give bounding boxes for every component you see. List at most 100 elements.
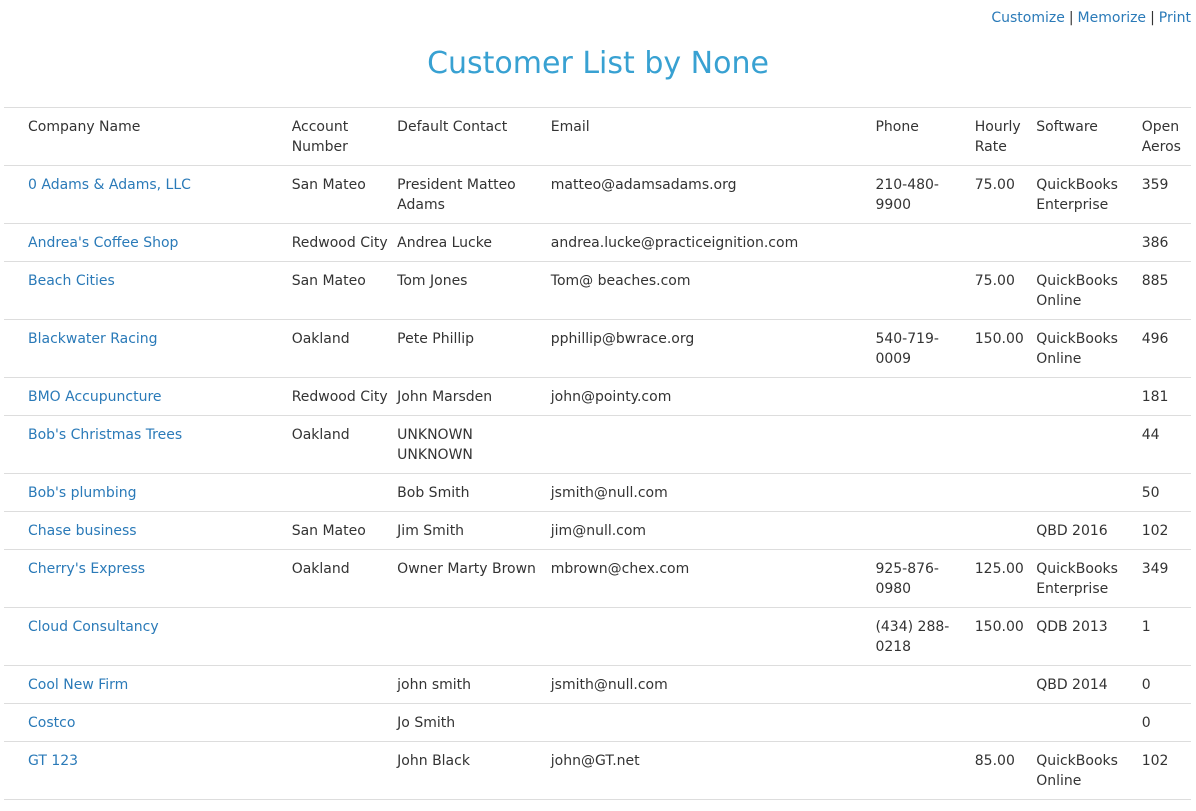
- header-default-contact: Default Contact: [393, 107, 547, 166]
- phone-cell: [871, 741, 971, 800]
- table-row: Bob's Christmas Trees Oakland UNKNOWN UNKN…: [4, 415, 1191, 474]
- company-link[interactable]: Andrea's Coffee Shop: [28, 235, 178, 251]
- company-link[interactable]: BMO Accupuncture: [28, 389, 162, 405]
- software-cell: [1032, 223, 1138, 262]
- company-name-cell: Cherry's Express: [4, 549, 288, 608]
- table-row: Chase business San Mateo Jim Smith jim@null…: [4, 511, 1191, 550]
- open-aeros-cell: 102: [1137, 511, 1191, 550]
- top-links: Customize | Memorize | Print: [991, 9, 1191, 27]
- account-number-cell: Oakland: [287, 415, 394, 474]
- default-contact-cell: Owner Marty Brown: [393, 549, 547, 608]
- hourly-rate-cell: [970, 665, 1033, 704]
- hourly-rate-cell: 150.00: [970, 607, 1033, 666]
- header-software: Software: [1032, 107, 1138, 166]
- company-link[interactable]: Bob's Christmas Trees: [28, 427, 182, 443]
- company-name-cell: Costco: [4, 703, 288, 742]
- print-link[interactable]: Print: [1159, 10, 1191, 26]
- email-cell: Tom@ beaches.com: [546, 261, 872, 320]
- table-row: Beach Cities San Mateo Tom Jones Tom@ beach…: [4, 261, 1191, 320]
- email-cell: andrea.lucke@practiceignition.com: [546, 223, 872, 262]
- software-cell: QuickBooks Enterprise: [1032, 549, 1138, 608]
- company-name-cell: Chase business: [4, 511, 288, 550]
- email-cell: john@GT.net: [546, 741, 872, 800]
- open-aeros-cell: 0: [1137, 703, 1191, 742]
- table-row: Costco Jo Smith 0: [4, 703, 1191, 742]
- hourly-rate-cell: 150.00: [970, 319, 1033, 378]
- phone-cell: 925-876-0980: [871, 549, 971, 608]
- company-link[interactable]: Beach Cities: [28, 273, 115, 289]
- email-cell: jim@null.com: [546, 511, 872, 550]
- email-cell: [546, 415, 872, 474]
- hourly-rate-cell: [970, 415, 1033, 474]
- email-cell: jsmith@null.com: [546, 473, 872, 512]
- company-name-cell: Bob's Christmas Trees: [4, 415, 288, 474]
- company-name-cell: Bob's plumbing: [4, 473, 288, 512]
- company-link[interactable]: Blackwater Racing: [28, 331, 158, 347]
- table-header-row: Company Name Account Number Default Cont…: [4, 107, 1191, 166]
- software-cell: [1032, 473, 1138, 512]
- account-number-cell: [287, 607, 394, 666]
- company-link[interactable]: Cool New Firm: [28, 677, 128, 693]
- customize-link[interactable]: Customize: [991, 10, 1065, 26]
- hourly-rate-cell: [970, 377, 1033, 416]
- company-name-cell: Cool New Firm: [4, 665, 288, 704]
- company-link[interactable]: Chase business: [28, 523, 137, 539]
- account-number-cell: [287, 741, 394, 800]
- hourly-rate-cell: 85.00: [970, 741, 1033, 800]
- default-contact-cell: Andrea Lucke: [393, 223, 547, 262]
- open-aeros-cell: 349: [1137, 549, 1191, 608]
- default-contact-cell: john smith: [393, 665, 547, 704]
- phone-cell: [871, 377, 971, 416]
- header-hourly-rate: Hourly Rate: [970, 107, 1033, 166]
- link-separator: |: [1150, 10, 1155, 26]
- email-cell: john@pointy.com: [546, 377, 872, 416]
- default-contact-cell: Pete Phillip: [393, 319, 547, 378]
- header-open-aeros: Open Aeros: [1137, 107, 1191, 166]
- email-cell: jsmith@null.com: [546, 665, 872, 704]
- table-row: Cherry's Express Oakland Owner Marty Brown…: [4, 549, 1191, 608]
- open-aeros-cell: 1: [1137, 607, 1191, 666]
- open-aeros-cell: 44: [1137, 415, 1191, 474]
- email-cell: pphillip@bwrace.org: [546, 319, 872, 378]
- phone-cell: [871, 223, 971, 262]
- memorize-link[interactable]: Memorize: [1078, 10, 1147, 26]
- software-cell: QDB 2013: [1032, 607, 1138, 666]
- phone-cell: [871, 511, 971, 550]
- open-aeros-cell: 50: [1137, 473, 1191, 512]
- hourly-rate-cell: 75.00: [970, 165, 1033, 224]
- company-link[interactable]: 0 Adams & Adams, LLC: [28, 177, 191, 193]
- software-cell: [1032, 703, 1138, 742]
- account-number-cell: [287, 703, 394, 742]
- default-contact-cell: Bob Smith: [393, 473, 547, 512]
- company-link[interactable]: Bob's plumbing: [28, 485, 136, 501]
- phone-cell: [871, 473, 971, 512]
- company-link[interactable]: Cloud Consultancy: [28, 619, 159, 635]
- customer-table: Company Name Account Number Default Cont…: [4, 107, 1191, 800]
- phone-cell: [871, 703, 971, 742]
- email-cell: [546, 607, 872, 666]
- software-cell: [1032, 377, 1138, 416]
- company-link[interactable]: Cherry's Express: [28, 561, 145, 577]
- open-aeros-cell: 0: [1137, 665, 1191, 704]
- default-contact-cell: John Black: [393, 741, 547, 800]
- company-link[interactable]: GT 123: [28, 753, 78, 769]
- account-number-cell: Oakland: [287, 319, 394, 378]
- table-row: BMO Accupuncture Redwood City John Marsden…: [4, 377, 1191, 416]
- table-row: GT 123 John Black john@GT.net 85.00 QuickBoo…: [4, 741, 1191, 800]
- phone-cell: 210-480-9900: [871, 165, 971, 224]
- company-link[interactable]: Costco: [28, 715, 75, 731]
- default-contact-cell: Tom Jones: [393, 261, 547, 320]
- default-contact-cell: Jim Smith: [393, 511, 547, 550]
- company-name-cell: GT 123: [4, 741, 288, 800]
- table-row: Bob's plumbing Bob Smith jsmith@null.com 50: [4, 473, 1191, 512]
- software-cell: [1032, 415, 1138, 474]
- phone-cell: [871, 665, 971, 704]
- account-number-cell: San Mateo: [287, 511, 394, 550]
- default-contact-cell: UNKNOWN UNKNOWN: [393, 415, 547, 474]
- default-contact-cell: President Matteo Adams: [393, 165, 547, 224]
- email-cell: mbrown@chex.com: [546, 549, 872, 608]
- account-number-cell: [287, 665, 394, 704]
- software-cell: QuickBooks Enterprise: [1032, 165, 1138, 224]
- link-separator: |: [1068, 10, 1074, 26]
- default-contact-cell: [393, 607, 547, 666]
